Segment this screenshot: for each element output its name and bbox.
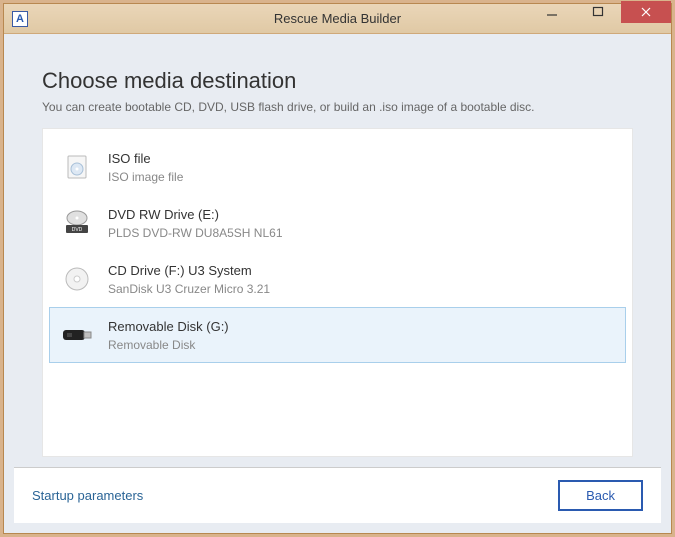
option-subtitle: Removable Disk <box>108 338 229 352</box>
back-button[interactable]: Back <box>558 480 643 511</box>
footer: Startup parameters Back <box>14 467 661 523</box>
option-title: Removable Disk (G:) <box>108 319 229 334</box>
close-button[interactable] <box>621 1 671 23</box>
option-subtitle: ISO image file <box>108 170 183 184</box>
option-title: CD Drive (F:) U3 System <box>108 263 270 278</box>
minimize-icon <box>546 6 558 18</box>
maximize-button[interactable] <box>575 1 621 23</box>
titlebar: A Rescue Media Builder <box>4 4 671 34</box>
option-removable-disk[interactable]: Removable Disk (G:) Removable Disk <box>49 307 626 363</box>
iso-icon <box>60 150 94 184</box>
option-subtitle: SanDisk U3 Cruzer Micro 3.21 <box>108 282 270 296</box>
window-title: Rescue Media Builder <box>274 11 401 26</box>
option-iso[interactable]: ISO file ISO image file <box>49 139 626 195</box>
option-title: ISO file <box>108 151 183 166</box>
dvd-drive-icon: DVD <box>60 206 94 240</box>
body-area: Choose media destination You can create … <box>4 34 671 533</box>
destination-options: ISO file ISO image file DVD DVD RW Drive… <box>42 128 633 457</box>
option-subtitle: PLDS DVD-RW DU8A5SH NL61 <box>108 226 283 240</box>
window-controls <box>529 1 671 23</box>
close-icon <box>640 6 652 18</box>
usb-icon <box>60 318 94 352</box>
content-area: Choose media destination You can create … <box>14 44 661 467</box>
option-title: DVD RW Drive (E:) <box>108 207 283 222</box>
app-icon: A <box>12 11 28 27</box>
option-dvd-drive[interactable]: DVD DVD RW Drive (E:) PLDS DVD-RW DU8A5S… <box>49 195 626 251</box>
startup-parameters-link[interactable]: Startup parameters <box>32 488 143 503</box>
svg-text:DVD: DVD <box>72 227 83 233</box>
maximize-icon <box>592 6 604 18</box>
page-title: Choose media destination <box>42 68 633 94</box>
option-cd-drive[interactable]: CD Drive (F:) U3 System SanDisk U3 Cruze… <box>49 251 626 307</box>
page-subtitle: You can create bootable CD, DVD, USB fla… <box>42 100 633 114</box>
cd-icon <box>60 262 94 296</box>
minimize-button[interactable] <box>529 1 575 23</box>
app-window: A Rescue Media Builder Choose media dest… <box>3 3 672 534</box>
